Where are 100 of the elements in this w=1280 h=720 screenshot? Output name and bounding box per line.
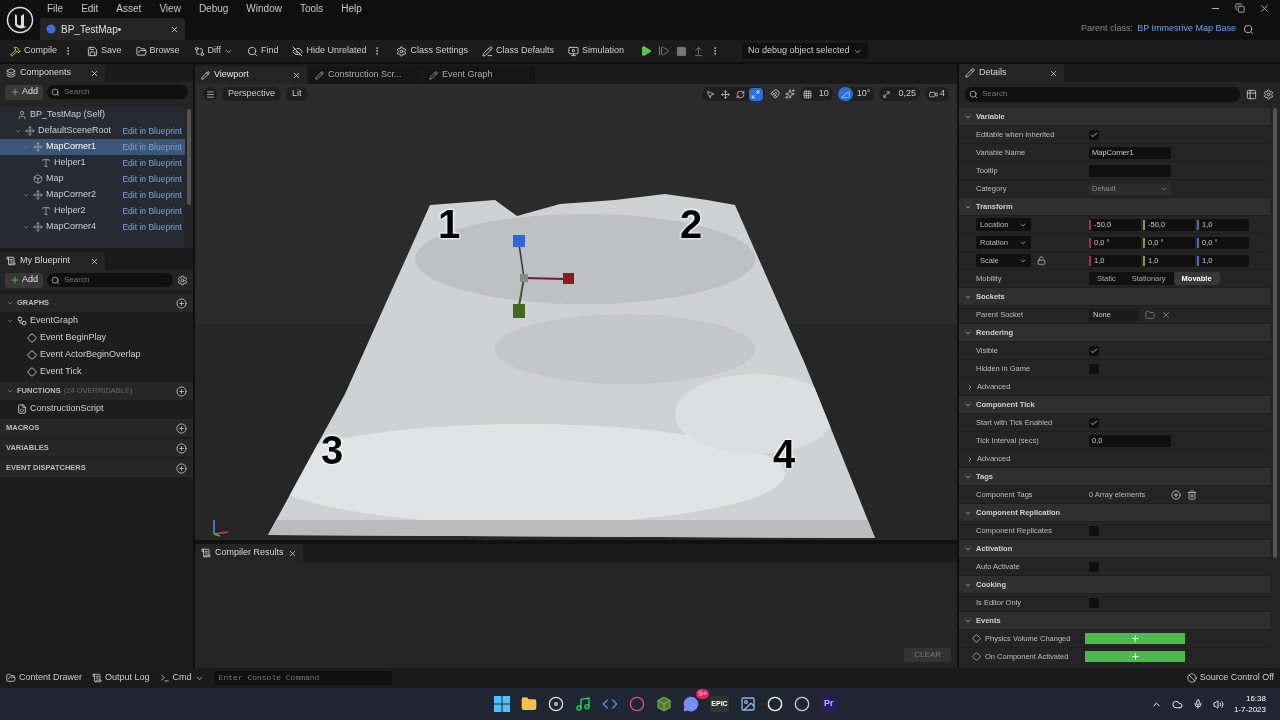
close-icon[interactable] (1049, 68, 1058, 78)
clock-date[interactable]: 1-7-2023 (1233, 704, 1266, 715)
folder-icon[interactable] (1145, 309, 1155, 320)
blueprint-item[interactable]: ConstructionScript (30, 401, 104, 416)
add-icon[interactable] (176, 297, 187, 309)
menu-item[interactable]: Debug (191, 0, 236, 16)
scrollbar[interactable] (1273, 108, 1277, 558)
add-icon[interactable] (176, 462, 187, 474)
component-name[interactable]: MapCorner2 (46, 188, 97, 202)
panel-tab[interactable]: My Blueprint (0, 252, 105, 270)
toolbar-button[interactable]: Simulation (564, 42, 629, 60)
photos-app-icon[interactable] (739, 696, 756, 712)
menu-item[interactable]: File (40, 0, 71, 16)
code-app-icon[interactable] (602, 696, 619, 712)
stop-icon[interactable] (676, 45, 688, 57)
add-button[interactable]: Add (5, 272, 43, 288)
status-button[interactable]: Cmd (159, 671, 204, 685)
tree-row[interactable]: MapCorner4 Edit in Blueprint (0, 219, 185, 235)
clock-time[interactable]: 16:38 (1245, 693, 1266, 704)
search-field[interactable]: Search (965, 86, 1240, 102)
component-name[interactable]: BP_TestMap (Self) (30, 108, 106, 122)
transform-tool-button[interactable] (748, 87, 763, 101)
checkbox[interactable] (1089, 129, 1099, 140)
editor-tab[interactable]: Event Graph (423, 66, 535, 84)
close-icon[interactable] (90, 256, 99, 266)
panel-tab[interactable]: Components (0, 64, 105, 82)
editor-tab[interactable]: Viewport (195, 66, 307, 84)
menu-item[interactable]: View (152, 0, 188, 16)
edit-in-blueprint-link[interactable]: Edit in Blueprint (122, 188, 182, 202)
cloud-icon[interactable] (1171, 698, 1183, 710)
parent-class-link[interactable]: BP Immesrive Map Base (1137, 22, 1236, 36)
search-field[interactable]: Search (47, 85, 188, 99)
folder-app-icon[interactable] (521, 696, 538, 712)
toolbar-button[interactable]: Diff (189, 42, 237, 60)
close-icon[interactable] (287, 548, 297, 558)
toolbar-button[interactable]: Class Settings (392, 42, 472, 60)
status-button[interactable]: Output Log (92, 671, 150, 685)
component-name[interactable]: MapCorner4 (46, 220, 97, 234)
toolbar-button[interactable]: Hide Unrelated (288, 42, 371, 60)
toolbar-button[interactable]: Browse (131, 42, 184, 60)
search-field[interactable]: Search (47, 273, 173, 287)
table-icon[interactable] (1246, 88, 1257, 100)
panel-tab[interactable]: Compiler Results (195, 544, 303, 562)
menu-item[interactable]: Tools (292, 0, 331, 16)
premiere-app-icon[interactable]: Pr (820, 696, 837, 712)
add-icon[interactable] (176, 422, 187, 434)
transform-tool-button[interactable] (733, 87, 748, 101)
step-icon[interactable] (658, 45, 671, 57)
menu-item[interactable]: Edit (74, 0, 106, 16)
add-icon[interactable] (176, 442, 187, 454)
engine-logo-icon[interactable] (6, 6, 34, 34)
settings-icon[interactable] (177, 274, 188, 286)
volume-icon[interactable] (1212, 698, 1224, 710)
toolbar-button[interactable]: Find (242, 42, 283, 60)
search-icon[interactable] (1243, 23, 1254, 35)
close-icon[interactable] (1259, 2, 1270, 14)
ring-app-icon[interactable] (629, 696, 646, 712)
music-app-icon[interactable] (575, 696, 592, 712)
tree-row[interactable]: BP_TestMap (Self) (0, 107, 185, 123)
blueprint-item[interactable]: EventGraph (30, 313, 79, 328)
component-name[interactable]: MapCorner1 (46, 140, 97, 154)
settings-icon[interactable] (1263, 88, 1274, 100)
tree-row[interactable]: Helper2 Edit in Blueprint (0, 203, 185, 219)
blueprint-item[interactable]: Event ActorBeginOverlap (40, 347, 141, 362)
tree-row[interactable]: Map Edit in Blueprint (0, 171, 185, 187)
document-tab[interactable]: BP_TestMap• (40, 18, 185, 40)
edit-in-blueprint-link[interactable]: Edit in Blueprint (122, 156, 182, 170)
edit-in-blueprint-link[interactable]: Edit in Blueprint (122, 220, 182, 234)
add-icon[interactable] (176, 385, 187, 397)
close-icon[interactable] (170, 24, 179, 34)
view-mode-button[interactable]: Lit (286, 87, 308, 101)
checkbox[interactable] (1089, 417, 1099, 428)
transform-tool-button[interactable] (718, 87, 733, 101)
play-icon[interactable] (640, 45, 653, 57)
console-field[interactable]: Enter Console Command (213, 671, 392, 685)
tree-row[interactable]: MapCorner2 Edit in Blueprint (0, 187, 185, 203)
view-mode-button[interactable]: Perspective (222, 87, 282, 101)
status-button[interactable]: Content Drawer (6, 671, 83, 685)
blueprint-item[interactable]: Event Tick (40, 364, 82, 379)
close-icon[interactable] (292, 70, 301, 80)
trash-icon[interactable] (1187, 489, 1197, 500)
edit-in-blueprint-link[interactable]: Edit in Blueprint (122, 204, 182, 218)
source-control-button[interactable]: Source Control Off (1186, 671, 1274, 685)
tree-row[interactable]: DefaultSceneRoot Edit in Blueprint (0, 123, 185, 139)
editor-tab[interactable]: Construction Scr... (309, 66, 421, 84)
tree-row[interactable]: MapCorner1 Edit in Blueprint (0, 139, 185, 155)
unlock-icon[interactable] (1037, 256, 1046, 265)
toolbar-button[interactable]: Save (83, 42, 126, 60)
cube-app-icon[interactable] (656, 696, 673, 712)
component-name[interactable]: Helper1 (54, 156, 86, 170)
toolbar-button[interactable]: Class Defaults (478, 42, 558, 60)
edit-in-blueprint-link[interactable]: Edit in Blueprint (122, 124, 182, 138)
menu-item[interactable]: Window (239, 0, 289, 16)
checkbox[interactable] (1089, 345, 1099, 356)
close-icon[interactable] (90, 68, 99, 78)
add-button[interactable]: Add (5, 84, 43, 100)
tree-row[interactable]: Helper1 Edit in Blueprint (0, 155, 185, 171)
start-icon[interactable] (494, 696, 511, 712)
component-name[interactable]: DefaultSceneRoot (38, 124, 112, 138)
blueprint-item[interactable]: Event BeginPlay (40, 330, 107, 345)
